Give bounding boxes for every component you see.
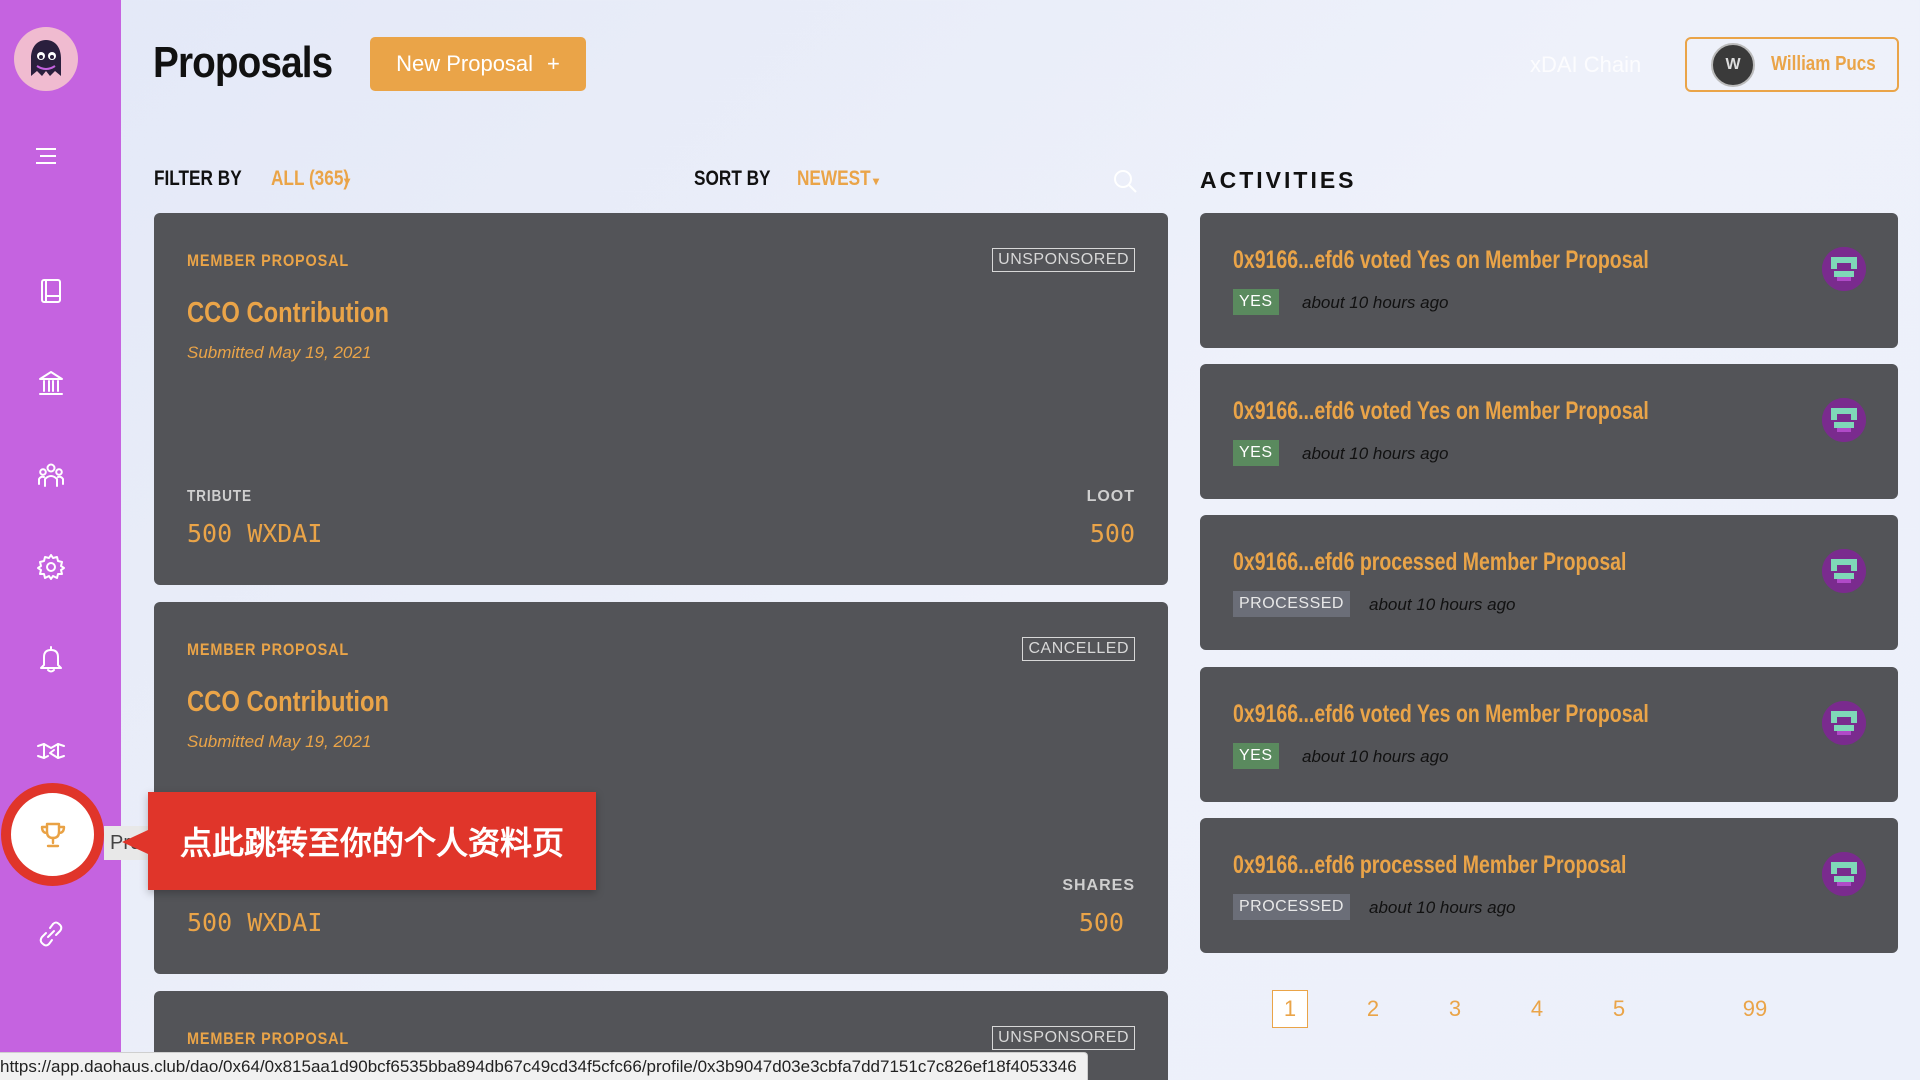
vote-badge: YES bbox=[1233, 289, 1279, 315]
tribute-value: 500 WXDAI bbox=[187, 519, 323, 548]
pagination-page-5[interactable]: 5 bbox=[1601, 990, 1637, 1028]
pagination-page-3[interactable]: 3 bbox=[1437, 990, 1473, 1028]
activity-time: about 10 hours ago bbox=[1302, 747, 1449, 766]
avatar bbox=[1822, 549, 1866, 593]
notifications-bell-icon[interactable] bbox=[35, 643, 67, 675]
activities-heading: ACTIVITIES bbox=[1200, 167, 1357, 193]
sort-control[interactable]: SORT BY NEWEST ▾ bbox=[694, 167, 885, 191]
activity-time: about 10 hours ago bbox=[1302, 444, 1449, 463]
vote-badge: YES bbox=[1233, 440, 1279, 466]
processed-badge: PROCESSED bbox=[1233, 894, 1350, 920]
proposal-date: Submitted May 19, 2021 bbox=[187, 732, 372, 751]
pagination-page-1[interactable]: 1 bbox=[1272, 990, 1308, 1028]
profile-callout: 点此跳转至你的个人资料页 bbox=[122, 792, 596, 890]
tribute-label: TRIBUTE bbox=[187, 488, 252, 505]
filter-control[interactable]: FILTER BY ALL (365) ▾ bbox=[154, 167, 356, 191]
activity-time: about 10 hours ago bbox=[1302, 293, 1449, 312]
tribute-value: 500 WXDAI bbox=[187, 908, 323, 937]
activity-item[interactable]: 0x9166...efd6 voted Yes on Member Propos… bbox=[1200, 364, 1898, 499]
search-icon[interactable] bbox=[1112, 168, 1138, 194]
activity-text: 0x9166...efd6 voted Yes on Member Propos… bbox=[1233, 700, 1649, 728]
activity-item[interactable]: 0x9166...efd6 voted Yes on Member Propos… bbox=[1200, 213, 1898, 348]
new-proposal-label: New Proposal bbox=[396, 51, 534, 76]
activity-text: 0x9166...efd6 processed Member Proposal bbox=[1233, 851, 1627, 879]
processed-badge: PROCESSED bbox=[1233, 591, 1350, 617]
pagination-page-2[interactable]: 2 bbox=[1355, 990, 1391, 1028]
loot-value: 500 bbox=[1089, 519, 1135, 548]
user-account-button[interactable]: W William Pucs bbox=[1685, 37, 1899, 92]
avatar bbox=[1822, 701, 1866, 745]
network-label: xDAI Chain bbox=[1530, 52, 1642, 77]
vote-badge: YES bbox=[1233, 743, 1279, 769]
activity-time: about 10 hours ago bbox=[1369, 898, 1516, 917]
sort-dropdown[interactable]: NEWEST bbox=[797, 167, 871, 191]
plus-icon: + bbox=[547, 51, 560, 76]
allies-handshake-icon[interactable] bbox=[35, 735, 67, 767]
pagination-page-99[interactable]: 99 bbox=[1737, 990, 1773, 1028]
filter-dropdown[interactable]: ALL (365) bbox=[271, 167, 349, 191]
shares-value: 500 bbox=[1078, 908, 1124, 937]
profile-trophy-button[interactable] bbox=[1, 783, 104, 886]
proposal-title: CCO Contribution bbox=[187, 297, 390, 329]
activity-item[interactable]: 0x9166...efd6 processed Member Proposal … bbox=[1200, 515, 1898, 650]
proposals-book-icon[interactable] bbox=[35, 275, 67, 307]
proposal-type: MEMBER PROPOSAL bbox=[187, 251, 350, 270]
link-preview-status-bar: https://app.daohaus.club/dao/0x64/0x815a… bbox=[0, 1052, 1088, 1080]
bank-icon[interactable] bbox=[35, 367, 67, 399]
activity-time: about 10 hours ago bbox=[1369, 595, 1516, 614]
loot-label: LOOT bbox=[1086, 488, 1135, 505]
proposal-title: CCO Contribution bbox=[187, 686, 390, 718]
proposal-type: MEMBER PROPOSAL bbox=[187, 640, 350, 659]
activity-item[interactable]: 0x9166...efd6 processed Member Proposal … bbox=[1200, 818, 1898, 953]
status-badge: CANCELLED bbox=[1022, 637, 1135, 661]
page-title: Proposals bbox=[153, 38, 333, 87]
proposal-card[interactable]: MEMBER PROPOSAL UNSPONSORED CCO Contribu… bbox=[154, 213, 1168, 585]
members-icon[interactable] bbox=[35, 459, 67, 491]
avatar bbox=[1822, 398, 1866, 442]
status-badge: UNSPONSORED bbox=[992, 1026, 1135, 1050]
activity-text: 0x9166...efd6 voted Yes on Member Propos… bbox=[1233, 397, 1649, 425]
shares-label: SHARES bbox=[1062, 877, 1135, 894]
activity-item[interactable]: 0x9166...efd6 voted Yes on Member Propos… bbox=[1200, 667, 1898, 802]
activity-text: 0x9166...efd6 processed Member Proposal bbox=[1233, 548, 1627, 576]
status-badge: UNSPONSORED bbox=[992, 248, 1135, 272]
daohaus-logo-icon[interactable] bbox=[14, 27, 78, 91]
avatar bbox=[1822, 247, 1866, 291]
hamburger-menu-icon[interactable] bbox=[34, 146, 58, 166]
avatar bbox=[1822, 852, 1866, 896]
settings-gear-icon[interactable] bbox=[35, 551, 67, 583]
sidebar bbox=[0, 0, 121, 1080]
proposal-card[interactable]: MEMBER PROPOSAL CANCELLED CCO Contributi… bbox=[154, 602, 1168, 974]
link-icon[interactable] bbox=[35, 918, 67, 950]
new-proposal-button[interactable]: New Proposal + bbox=[370, 37, 586, 91]
pagination-page-4[interactable]: 4 bbox=[1519, 990, 1555, 1028]
avatar: W bbox=[1711, 42, 1755, 87]
proposal-date: Submitted May 19, 2021 bbox=[187, 343, 372, 362]
user-name: William Pucs bbox=[1771, 53, 1876, 75]
activity-text: 0x9166...efd6 voted Yes on Member Propos… bbox=[1233, 246, 1649, 274]
sort-label: SORT BY bbox=[694, 167, 771, 190]
proposal-type: MEMBER PROPOSAL bbox=[187, 1029, 350, 1048]
sort-chevron-down-icon: ▾ bbox=[873, 174, 880, 188]
trophy-icon bbox=[40, 822, 65, 847]
filter-label: FILTER BY bbox=[154, 167, 242, 190]
